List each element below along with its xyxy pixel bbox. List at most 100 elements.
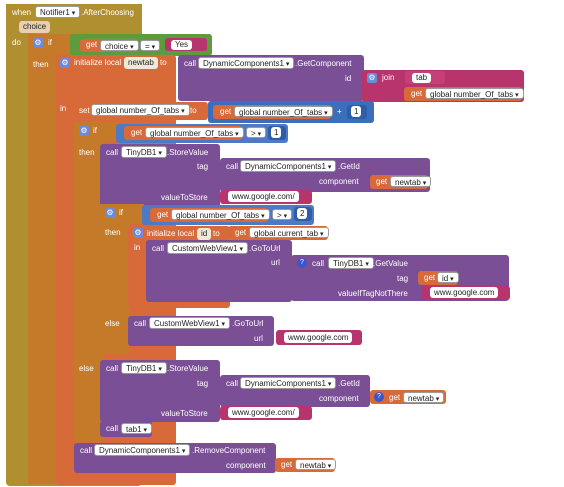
method-name: .GoToUrl xyxy=(232,319,264,328)
number-2[interactable]: 2 xyxy=(297,208,308,219)
operator-dropdown[interactable]: = xyxy=(140,40,161,51)
call-label: call xyxy=(134,319,147,328)
number-1[interactable]: 1 xyxy=(271,127,282,138)
init-in: in xyxy=(134,243,141,252)
id-socket-label: id xyxy=(345,74,352,83)
global-var-dropdown[interactable]: global number_Of_tabs xyxy=(145,127,244,138)
method-name: .StoreValue xyxy=(167,364,209,373)
do-label: do xyxy=(12,38,21,47)
when-label: when xyxy=(12,8,32,17)
global-var-dropdown[interactable]: global number_Of_tabs xyxy=(171,209,270,220)
call-label: call xyxy=(106,424,119,433)
get-label: get xyxy=(424,273,436,282)
if3-else-label: else xyxy=(105,319,120,328)
text-url[interactable]: www.google.com/ xyxy=(228,407,299,418)
if3-then-label: then xyxy=(105,228,121,237)
global-var-dropdown[interactable]: global number_Of_tabs xyxy=(425,88,524,99)
value-label: valueToStore xyxy=(161,409,208,418)
join-label: join xyxy=(382,73,395,82)
get-label: get xyxy=(220,107,232,116)
plus-operator: + xyxy=(337,107,342,116)
help-icon[interactable]: ? xyxy=(297,258,307,268)
var-id-dropdown[interactable]: id xyxy=(437,272,459,283)
var-name-id[interactable]: id xyxy=(197,228,212,240)
text-yes[interactable]: Yes xyxy=(171,40,193,50)
value-label: valueToStore xyxy=(161,193,208,202)
get-label: get xyxy=(411,89,423,98)
gear-icon[interactable]: ⚙ xyxy=(367,73,377,83)
component-dropdown[interactable]: DynamicComponents1 xyxy=(94,444,191,456)
default-label: valueIfTagNotThere xyxy=(338,289,408,298)
gear-icon[interactable]: ⚙ xyxy=(105,208,115,218)
global-var-dropdown[interactable]: global current_tab xyxy=(249,227,329,238)
init-label: initialize local xyxy=(74,58,122,67)
component-dropdown[interactable]: TinyDB1 xyxy=(328,257,374,269)
operator-dropdown[interactable]: > xyxy=(246,127,267,138)
help-icon[interactable]: ? xyxy=(374,392,384,402)
method-name: .GetId xyxy=(338,379,360,388)
set-to: to xyxy=(190,106,197,115)
var-newtab-dropdown[interactable]: newtab xyxy=(390,176,432,187)
component-dropdown[interactable]: DynamicComponents1 xyxy=(198,57,295,69)
get-label: get xyxy=(157,210,169,219)
call-label: call xyxy=(226,162,239,171)
get-label: get xyxy=(131,128,143,137)
component-dropdown[interactable]: CustomWebView1 xyxy=(149,317,230,329)
call-label: call xyxy=(312,259,325,268)
call-label: call xyxy=(106,148,119,157)
var-name-newtab[interactable]: newtab xyxy=(124,57,158,69)
param-choice[interactable]: choice xyxy=(19,21,51,33)
call-label: call xyxy=(106,364,119,373)
gear-icon[interactable]: ⚙ xyxy=(79,126,89,136)
component-dropdown[interactable]: CustomWebView1 xyxy=(167,242,248,254)
url-label: url xyxy=(254,334,263,343)
text-default-url[interactable]: www.google.com xyxy=(430,287,499,298)
method-name: .GetValue xyxy=(373,259,408,268)
if3-block[interactable] xyxy=(100,204,130,354)
text-url[interactable]: www.google.com xyxy=(284,332,353,343)
if2-else-label: else xyxy=(79,364,94,373)
component-dropdown[interactable]: Notifier1 xyxy=(35,6,81,18)
component-dropdown[interactable]: TinyDB1 xyxy=(121,146,167,158)
call-label: call xyxy=(80,446,93,455)
if2-then-label: then xyxy=(79,148,95,157)
component-dropdown[interactable]: DynamicComponents1 xyxy=(240,377,337,389)
component-dropdown[interactable]: DynamicComponents1 xyxy=(240,160,337,172)
gear-icon[interactable]: ⚙ xyxy=(33,38,43,48)
component-label: component xyxy=(226,461,266,470)
get-label: get xyxy=(281,460,293,469)
var-choice-dropdown[interactable]: choice xyxy=(100,40,139,51)
var-newtab-dropdown[interactable]: newtab xyxy=(403,392,445,403)
method-name: .RemoveComponent xyxy=(192,446,266,455)
gear-icon[interactable]: ⚙ xyxy=(60,58,70,68)
get-label: get xyxy=(389,393,401,402)
component-tab1-dropdown[interactable]: tab1 xyxy=(121,423,153,434)
method-name: .GoToUrl xyxy=(249,244,281,253)
component-label: component xyxy=(319,394,359,403)
method-name: .GetComponent xyxy=(295,59,352,68)
if3-label: if xyxy=(119,208,123,217)
global-var-dropdown[interactable]: global number_Of_tabs xyxy=(234,106,333,117)
tag-label: tag xyxy=(397,274,409,283)
tag-label: tag xyxy=(197,379,209,388)
if1-then-label: then xyxy=(33,60,49,69)
call-label: call xyxy=(184,59,197,68)
tag-label: tag xyxy=(197,162,209,171)
text-tab[interactable]: tab xyxy=(412,73,432,83)
global-var-dropdown[interactable]: global number_Of_tabs xyxy=(91,104,190,116)
url-label: url xyxy=(271,258,280,267)
init-in: in xyxy=(60,104,67,113)
get-label: get xyxy=(235,228,247,237)
operator-dropdown[interactable]: > xyxy=(272,209,293,220)
text-url[interactable]: www.google.com/ xyxy=(228,191,299,202)
component-dropdown[interactable]: TinyDB1 xyxy=(121,362,167,374)
init-label: initialize local xyxy=(147,229,195,238)
call-label: call xyxy=(152,244,165,253)
init-to: to xyxy=(160,58,167,67)
method-name: .StoreValue xyxy=(167,148,209,157)
gear-icon[interactable]: ⚙ xyxy=(133,228,143,238)
method-name: .GetId xyxy=(338,162,360,171)
var-newtab-dropdown[interactable]: newtab xyxy=(295,459,337,470)
if2-label: if xyxy=(93,126,97,135)
number-1[interactable]: 1 xyxy=(351,106,362,117)
